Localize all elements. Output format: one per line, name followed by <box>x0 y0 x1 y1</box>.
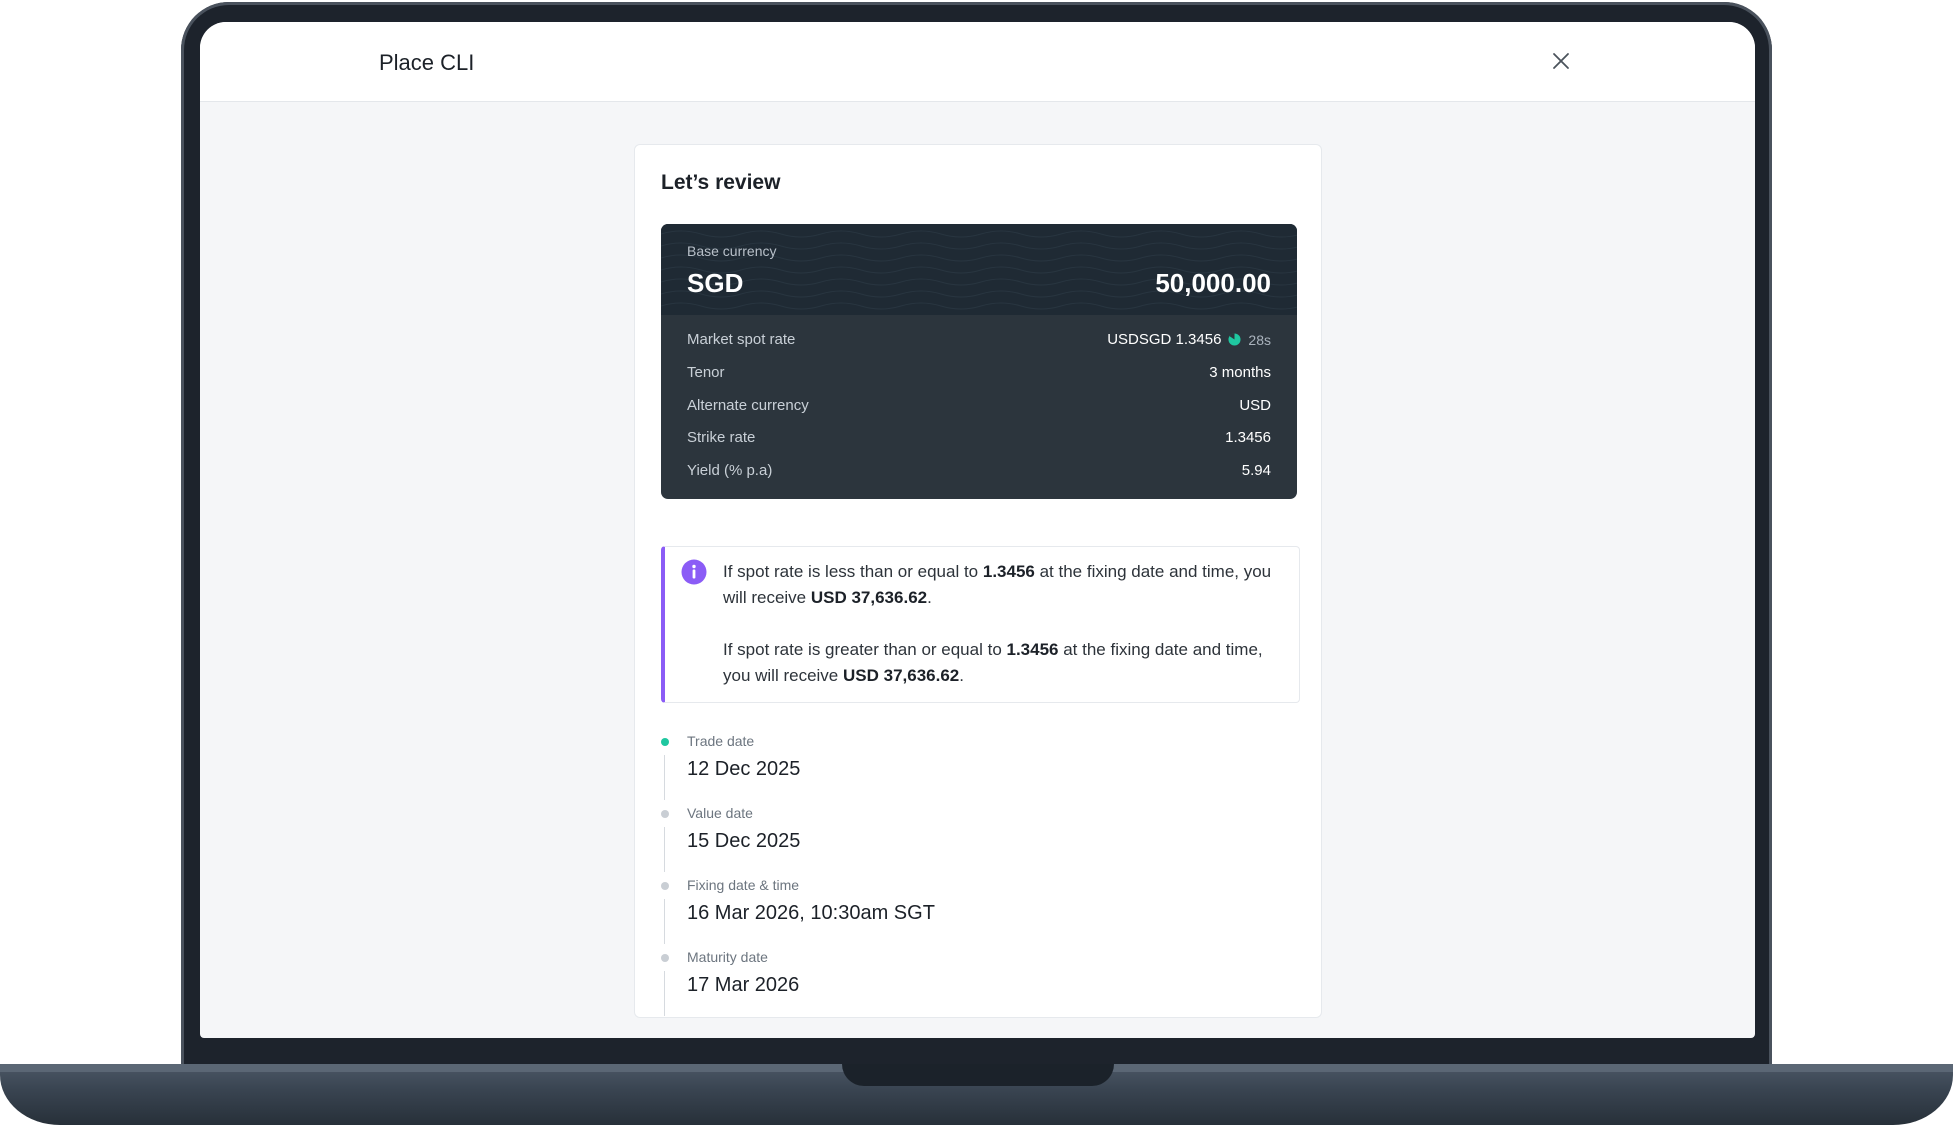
spot-rate-text: USDSGD 1.3456 <box>1107 331 1222 348</box>
countdown-seconds: 28s <box>1248 331 1271 348</box>
strike-rate-label: Strike rate <box>687 429 756 446</box>
info-icon <box>681 559 707 585</box>
strike-rate-value: 1.3456 <box>1225 429 1271 446</box>
fixing-date-label: Fixing date & time <box>687 877 800 893</box>
payout-info-box: If spot rate is less than or equal to 1.… <box>661 546 1300 703</box>
info-strike-rate: 1.3456 <box>982 562 1035 581</box>
trade-summary-panel: Base currency SGD 50,000.00 Market spot … <box>661 224 1297 499</box>
detail-row-alternate-currency: Alternate currency USD <box>687 397 1271 417</box>
close-button[interactable] <box>1548 48 1574 74</box>
maturity-date-value: 17 Mar 2026 <box>687 974 800 996</box>
timeline-dot-active <box>661 738 669 746</box>
tenor-value: 3 months <box>1209 364 1271 381</box>
timeline-line <box>664 971 665 1016</box>
close-icon <box>1553 53 1569 69</box>
alternate-currency-label: Alternate currency <box>687 397 809 414</box>
yield-label: Yield (% p.a) <box>687 462 773 479</box>
yield-value: 5.94 <box>1241 462 1271 479</box>
info-payout-amount: USD 37,636.62 <box>810 588 928 607</box>
spot-rate-label: Market spot rate <box>687 331 796 348</box>
fixing-date-value: 16 Mar 2026, 10:30am SGT <box>687 902 935 924</box>
alternate-currency-value: USD <box>1239 397 1271 414</box>
timeline-line <box>664 755 665 800</box>
info-text: If spot rate is greater than or equal to <box>723 640 1007 659</box>
value-date-value: 15 Dec 2025 <box>687 830 801 852</box>
payout-scenario-lower: If spot rate is less than or equal to 1.… <box>723 559 1283 611</box>
info-text: . <box>927 588 932 607</box>
detail-row-spot-rate: Market spot rate USDSGD 1.3456 28s <box>687 331 1271 351</box>
timeline-dot <box>661 810 669 818</box>
modal-header: Place CLI <box>200 22 1755 102</box>
spot-rate-value: USDSGD 1.3456 28s <box>1107 331 1271 348</box>
info-text: . <box>959 666 964 685</box>
countdown-timer-icon <box>1228 333 1241 346</box>
maturity-date-label: Maturity date <box>687 949 768 965</box>
base-currency-code: SGD <box>687 268 744 298</box>
base-amount: 50,000.00 <box>1155 268 1271 298</box>
review-title: Let’s review <box>661 171 781 194</box>
screen: Place CLI Let’s review Base currency SGD… <box>200 22 1755 1038</box>
timeline-dot <box>661 954 669 962</box>
detail-row-yield: Yield (% p.a) 5.94 <box>687 462 1271 482</box>
base-currency-header: Base currency SGD 50,000.00 <box>661 224 1297 315</box>
detail-row-strike-rate: Strike rate 1.3456 <box>687 429 1271 449</box>
detail-row-tenor: Tenor 3 months <box>687 364 1271 384</box>
info-text: If spot rate is less than or equal to <box>723 562 983 581</box>
info-strike-rate: 1.3456 <box>1006 640 1059 659</box>
info-payout-amount: USD 37,636.62 <box>843 666 960 685</box>
payout-scenario-higher: If spot rate is greater than or equal to… <box>723 637 1283 689</box>
tenor-label: Tenor <box>687 364 725 381</box>
trade-date-label: Trade date <box>687 733 755 749</box>
value-date-label: Value date <box>687 805 753 821</box>
timeline-line <box>664 899 665 944</box>
trade-date-value: 12 Dec 2025 <box>687 758 801 780</box>
laptop-notch <box>842 1064 1114 1086</box>
review-card: Let’s review Base currency SGD 50,000.00… <box>634 144 1322 1018</box>
timeline-line <box>664 827 665 872</box>
modal-title: Place CLI <box>379 50 475 75</box>
timeline-dot <box>661 882 669 890</box>
base-currency-label: Base currency <box>687 243 777 259</box>
